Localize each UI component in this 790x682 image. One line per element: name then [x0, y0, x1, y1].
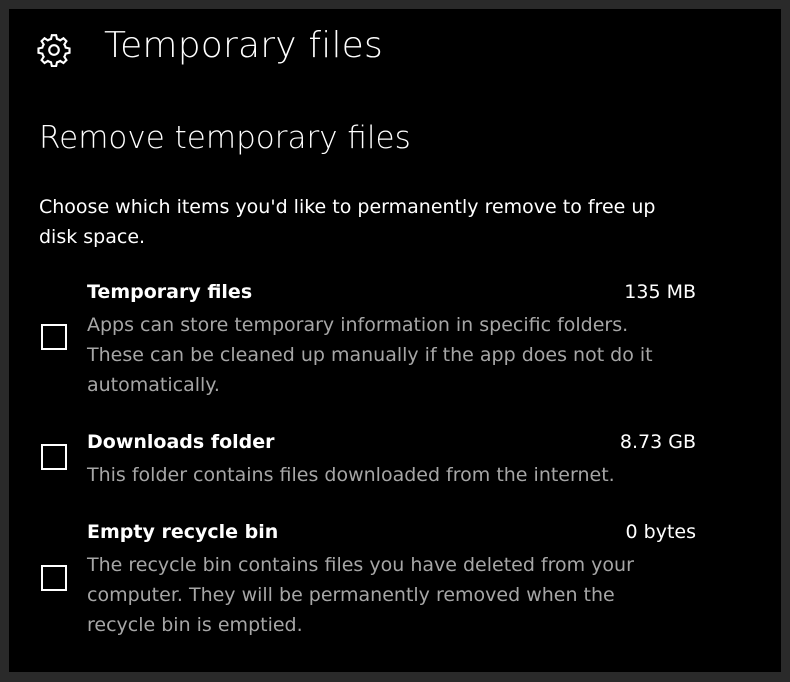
- downloads-folder-checkbox[interactable]: [41, 444, 67, 470]
- item-name: Temporary files: [87, 281, 253, 303]
- item-description: The recycle bin contains files you have …: [87, 554, 634, 636]
- section-title: Remove temporary files: [39, 120, 411, 156]
- item-description: Apps can store temporary information in …: [87, 314, 653, 396]
- list-item-empty-recycle-bin: Empty recycle bin 0 bytes The recycle bi…: [9, 521, 781, 641]
- section-description: Choose which items you'd like to permane…: [39, 196, 656, 248]
- item-name: Downloads folder: [87, 431, 275, 453]
- empty-recycle-bin-checkbox[interactable]: [41, 565, 67, 591]
- temporary-files-window: Temporary files Remove temporary files C…: [9, 9, 781, 672]
- header: Temporary files: [9, 9, 781, 89]
- item-size: 135 MB: [624, 281, 696, 303]
- item-name: Empty recycle bin: [87, 521, 279, 543]
- page-title: Temporary files: [104, 25, 383, 66]
- item-size: 0 bytes: [625, 521, 696, 543]
- list-item-temporary-files: Temporary files 135 MB Apps can store te…: [9, 281, 781, 401]
- list-item-downloads-folder: Downloads folder 8.73 GB This folder con…: [9, 431, 781, 491]
- gear-icon: [37, 34, 71, 67]
- item-description: This folder contains files downloaded fr…: [87, 464, 615, 486]
- item-size: 8.73 GB: [619, 431, 696, 453]
- temporary-files-checkbox[interactable]: [41, 324, 67, 350]
